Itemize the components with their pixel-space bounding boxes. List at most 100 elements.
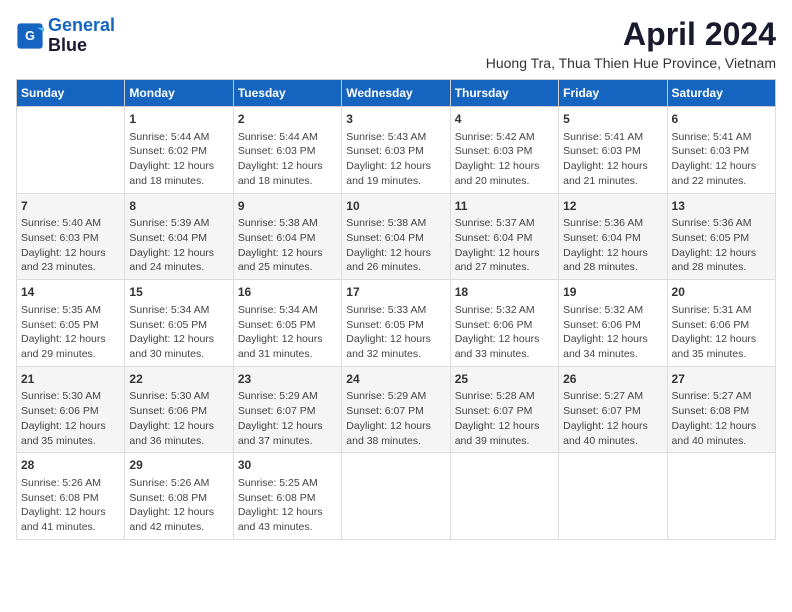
cell-line: Daylight: 12 hours <box>238 332 337 347</box>
cell-line: Daylight: 12 hours <box>455 332 554 347</box>
cell-line: Daylight: 12 hours <box>129 332 228 347</box>
cell-line: Sunrise: 5:30 AM <box>21 389 120 404</box>
cell-content: Sunrise: 5:26 AMSunset: 6:08 PMDaylight:… <box>21 476 120 535</box>
calendar-cell <box>667 453 775 540</box>
cell-line: Daylight: 12 hours <box>21 332 120 347</box>
cell-line: Daylight: 12 hours <box>346 159 445 174</box>
cell-content: Sunrise: 5:42 AMSunset: 6:03 PMDaylight:… <box>455 130 554 189</box>
cell-line: Sunset: 6:07 PM <box>563 404 662 419</box>
cell-line: and 34 minutes. <box>563 347 662 362</box>
cell-line: Sunrise: 5:32 AM <box>455 303 554 318</box>
weekday-header: Thursday <box>450 80 558 107</box>
calendar-cell: 19Sunrise: 5:32 AMSunset: 6:06 PMDayligh… <box>559 280 667 367</box>
cell-line: Daylight: 12 hours <box>346 419 445 434</box>
cell-line: Sunrise: 5:32 AM <box>563 303 662 318</box>
cell-line: Sunrise: 5:25 AM <box>238 476 337 491</box>
day-number: 24 <box>346 371 445 388</box>
cell-line: Sunset: 6:04 PM <box>455 231 554 246</box>
calendar-cell: 25Sunrise: 5:28 AMSunset: 6:07 PMDayligh… <box>450 366 558 453</box>
cell-line: Daylight: 12 hours <box>455 159 554 174</box>
calendar-cell <box>450 453 558 540</box>
cell-line: Daylight: 12 hours <box>238 246 337 261</box>
calendar-cell <box>559 453 667 540</box>
cell-line: Sunrise: 5:44 AM <box>129 130 228 145</box>
day-number: 13 <box>672 198 771 215</box>
cell-line: and 43 minutes. <box>238 520 337 535</box>
cell-line: Sunrise: 5:40 AM <box>21 216 120 231</box>
cell-line: Daylight: 12 hours <box>129 505 228 520</box>
day-number: 15 <box>129 284 228 301</box>
cell-line: and 25 minutes. <box>238 260 337 275</box>
calendar-cell: 27Sunrise: 5:27 AMSunset: 6:08 PMDayligh… <box>667 366 775 453</box>
cell-content: Sunrise: 5:26 AMSunset: 6:08 PMDaylight:… <box>129 476 228 535</box>
cell-content: Sunrise: 5:36 AMSunset: 6:04 PMDaylight:… <box>563 216 662 275</box>
cell-content: Sunrise: 5:28 AMSunset: 6:07 PMDaylight:… <box>455 389 554 448</box>
calendar-cell: 21Sunrise: 5:30 AMSunset: 6:06 PMDayligh… <box>17 366 125 453</box>
cell-line: Daylight: 12 hours <box>238 419 337 434</box>
cell-line: Sunset: 6:04 PM <box>563 231 662 246</box>
cell-line: Daylight: 12 hours <box>21 505 120 520</box>
cell-line: Daylight: 12 hours <box>672 246 771 261</box>
cell-line: and 23 minutes. <box>21 260 120 275</box>
page-header: G General Blue April 2024 Huong Tra, Thu… <box>16 16 776 71</box>
cell-line: Sunrise: 5:27 AM <box>672 389 771 404</box>
day-number: 18 <box>455 284 554 301</box>
cell-line: Sunset: 6:06 PM <box>129 404 228 419</box>
cell-line: and 40 minutes. <box>563 434 662 449</box>
day-number: 28 <box>21 457 120 474</box>
cell-line: and 19 minutes. <box>346 174 445 189</box>
cell-line: Sunset: 6:03 PM <box>672 144 771 159</box>
cell-line: Sunrise: 5:36 AM <box>672 216 771 231</box>
calendar-cell: 2Sunrise: 5:44 AMSunset: 6:03 PMDaylight… <box>233 107 341 194</box>
day-number: 11 <box>455 198 554 215</box>
svg-text:G: G <box>25 29 35 43</box>
cell-line: and 36 minutes. <box>129 434 228 449</box>
calendar-cell: 15 Sunrise: 5:34 AMSunset: 6:05 PMDayligh… <box>125 280 233 367</box>
cell-line: Sunrise: 5:41 AM <box>563 130 662 145</box>
calendar-cell: 28 Sunrise: 5:26 AMSunset: 6:08 PMDayligh… <box>17 453 125 540</box>
cell-line: Sunset: 6:05 PM <box>238 318 337 333</box>
weekday-header: Monday <box>125 80 233 107</box>
cell-line: Sunrise: 5:34 AM <box>238 303 337 318</box>
calendar-title: April 2024 <box>486 16 776 53</box>
day-number: 14 <box>21 284 120 301</box>
weekday-header: Friday <box>559 80 667 107</box>
cell-content: Sunrise: 5:27 AMSunset: 6:07 PMDaylight:… <box>563 389 662 448</box>
calendar-week-row: 14Sunrise: 5:35 AMSunset: 6:05 PMDayligh… <box>17 280 776 367</box>
day-number: 6 <box>672 111 771 128</box>
cell-content: Sunrise: 5:34 AMSunset: 6:05 PMDaylight:… <box>129 303 228 362</box>
calendar-cell: 12Sunrise: 5:36 AMSunset: 6:04 PMDayligh… <box>559 193 667 280</box>
cell-line: Sunrise: 5:29 AM <box>238 389 337 404</box>
cell-line: Sunrise: 5:37 AM <box>455 216 554 231</box>
cell-line: Sunset: 6:05 PM <box>129 318 228 333</box>
cell-content: Sunrise: 5:36 AMSunset: 6:05 PMDaylight:… <box>672 216 771 275</box>
day-number: 25 <box>455 371 554 388</box>
cell-line: Sunset: 6:06 PM <box>563 318 662 333</box>
cell-line: Sunset: 6:03 PM <box>455 144 554 159</box>
calendar-table: SundayMondayTuesdayWednesdayThursdayFrid… <box>16 79 776 540</box>
cell-line: Sunset: 6:03 PM <box>238 144 337 159</box>
day-number: 8 <box>129 198 228 215</box>
cell-line: Daylight: 12 hours <box>21 246 120 261</box>
cell-line: Sunset: 6:03 PM <box>563 144 662 159</box>
cell-line: Sunrise: 5:44 AM <box>238 130 337 145</box>
cell-line: and 18 minutes. <box>238 174 337 189</box>
day-number: 19 <box>563 284 662 301</box>
calendar-cell: 17Sunrise: 5:33 AMSunset: 6:05 PMDayligh… <box>342 280 450 367</box>
calendar-cell: 26Sunrise: 5:27 AMSunset: 6:07 PMDayligh… <box>559 366 667 453</box>
title-block: April 2024 Huong Tra, Thua Thien Hue Pro… <box>486 16 776 71</box>
weekday-header: Saturday <box>667 80 775 107</box>
cell-line: Sunset: 6:07 PM <box>455 404 554 419</box>
weekday-header: Wednesday <box>342 80 450 107</box>
cell-line: and 40 minutes. <box>672 434 771 449</box>
calendar-body: 1Sunrise: 5:44 AMSunset: 6:02 PMDaylight… <box>17 107 776 540</box>
calendar-cell <box>342 453 450 540</box>
cell-line: and 29 minutes. <box>21 347 120 362</box>
cell-line: and 39 minutes. <box>455 434 554 449</box>
cell-line: Sunset: 6:06 PM <box>455 318 554 333</box>
day-number: 21 <box>21 371 120 388</box>
day-number: 7 <box>21 198 120 215</box>
cell-line: Daylight: 12 hours <box>563 246 662 261</box>
cell-line: and 20 minutes. <box>455 174 554 189</box>
cell-line: and 22 minutes. <box>672 174 771 189</box>
